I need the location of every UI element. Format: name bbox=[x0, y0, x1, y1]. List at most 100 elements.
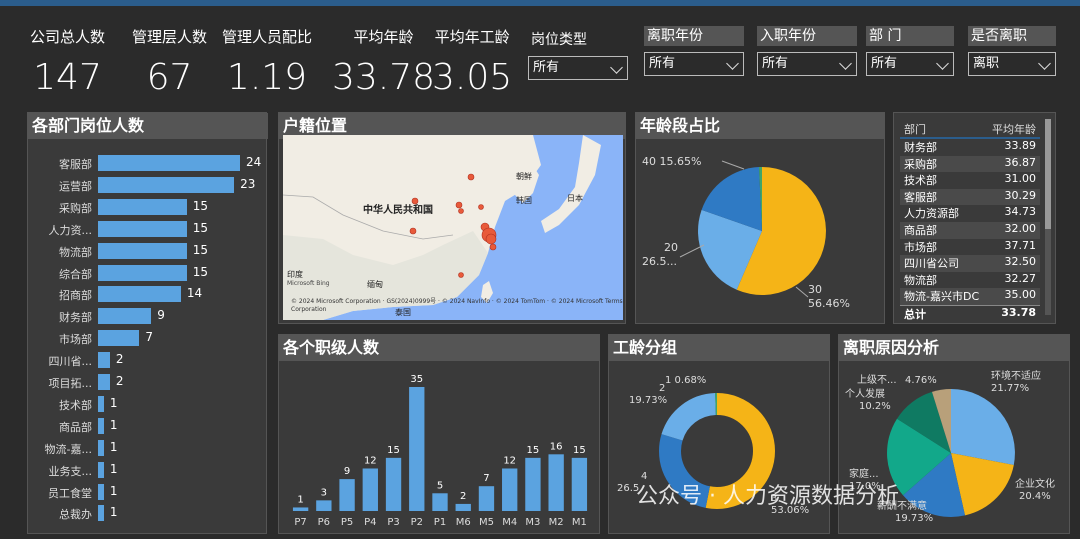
dept-bar[interactable] bbox=[98, 242, 187, 259]
dept-bar-value: 2 bbox=[115, 374, 124, 388]
chevron-down-icon bbox=[839, 57, 852, 70]
dept-bar[interactable] bbox=[98, 264, 187, 281]
map-dot[interactable] bbox=[489, 243, 497, 251]
map-dot[interactable] bbox=[458, 208, 464, 214]
dropdown-value: 所有 bbox=[871, 56, 898, 71]
leader-line bbox=[679, 244, 705, 258]
position-type-dropdown[interactable]: 所有 bbox=[528, 56, 628, 80]
header-dept[interactable]: 部门 bbox=[904, 121, 926, 137]
kpi-label: 公司总人数 bbox=[30, 28, 106, 46]
hire-year-dropdown[interactable]: 所有 bbox=[757, 52, 857, 76]
leader-line bbox=[795, 286, 809, 298]
table-scrollbar[interactable] bbox=[1045, 119, 1051, 315]
dept-bar[interactable] bbox=[98, 220, 187, 237]
dept-bar[interactable] bbox=[98, 308, 152, 325]
department-dropdown[interactable]: 所有 bbox=[866, 52, 954, 76]
dept-bar[interactable] bbox=[98, 330, 140, 347]
kpi-value: 1.19 bbox=[226, 57, 308, 98]
map-dot[interactable] bbox=[467, 173, 475, 181]
map-dot[interactable] bbox=[485, 233, 497, 245]
level-bar[interactable] bbox=[478, 486, 495, 511]
level-bar[interactable] bbox=[525, 457, 541, 511]
dept-bar[interactable] bbox=[98, 155, 240, 171]
level-bar[interactable] bbox=[571, 457, 588, 511]
map-terms-link[interactable]: Terms bbox=[605, 298, 623, 305]
pie-label-superior-pct: 4.76% bbox=[905, 375, 937, 386]
is-departed-dropdown[interactable]: 离职 bbox=[968, 52, 1056, 76]
table-row[interactable]: 客服部 30.29 bbox=[900, 188, 1040, 206]
chevron-down-icon bbox=[610, 61, 623, 74]
level-bar[interactable] bbox=[409, 387, 425, 511]
pie-label-dev-pct: 10.2% bbox=[859, 401, 891, 412]
map-dot[interactable] bbox=[409, 227, 417, 235]
level-bar-chart: 1 P7 3 P6 9 P5 12 P4 15 P3 35 P2 5 P1 2 M6 7 M5 12 M4 15 M3 16… bbox=[292, 374, 588, 528]
level-bar[interactable] bbox=[455, 503, 471, 511]
cell-avg-age: 31.00 bbox=[1004, 172, 1037, 186]
pie-label-20-pct: 26.5... bbox=[642, 255, 677, 268]
header-avg-age[interactable]: 平均年龄 bbox=[992, 121, 1036, 137]
leave-year-dropdown[interactable]: 所有 bbox=[644, 52, 744, 76]
pie-label-pay-pct: 19.73% bbox=[895, 513, 933, 524]
dept-bar[interactable] bbox=[98, 483, 104, 500]
level-tick-label: P6 bbox=[318, 517, 330, 528]
filter-is-departed: 是否离职 离职 bbox=[968, 26, 1056, 76]
dept-bar[interactable] bbox=[98, 198, 187, 215]
map-label-india: 印度 bbox=[287, 270, 303, 279]
level-tick-label: P5 bbox=[341, 517, 353, 528]
table-row[interactable]: 物流部 32.27 bbox=[900, 272, 1040, 289]
dept-bar[interactable] bbox=[98, 374, 110, 390]
table-row[interactable]: 采购部 36.87 bbox=[900, 155, 1040, 173]
origin-map[interactable]: 中华人民共和国 朝鲜 韩国 日本 印度 缅甸 泰国 Microsoft Bing… bbox=[283, 135, 623, 320]
level-bar[interactable] bbox=[432, 493, 448, 511]
kpi-average-tenure: 平均年工龄 3.05 bbox=[432, 26, 512, 98]
filter-leave-year: 离职年份 所有 bbox=[644, 26, 744, 76]
dept-bar[interactable] bbox=[98, 439, 104, 456]
filter-title: 离职年份 bbox=[644, 26, 744, 46]
level-bar[interactable] bbox=[316, 500, 332, 511]
level-tick-label: M5 bbox=[479, 517, 494, 528]
level-bar[interactable] bbox=[362, 468, 378, 511]
dept-bar-label: 四川省... bbox=[48, 355, 93, 369]
table-row[interactable]: 市场部 37.71 bbox=[900, 239, 1040, 256]
dept-bar[interactable] bbox=[98, 461, 104, 478]
table-row[interactable]: 人力资源部 34.73 bbox=[900, 205, 1040, 222]
dept-bar[interactable] bbox=[98, 395, 104, 412]
dept-bar-value: 1 bbox=[109, 417, 118, 432]
dept-bar[interactable] bbox=[98, 417, 104, 434]
dept-bar[interactable] bbox=[98, 176, 235, 193]
map-dot[interactable] bbox=[455, 201, 463, 209]
scrollbar-thumb[interactable] bbox=[1045, 119, 1051, 229]
dept-bar[interactable] bbox=[98, 286, 181, 303]
table-row[interactable]: 技术部 31.00 bbox=[900, 172, 1040, 189]
dept-bar-value: 1 bbox=[109, 505, 118, 520]
dept-bar-value: 23 bbox=[240, 176, 256, 191]
level-bar[interactable] bbox=[502, 468, 518, 511]
cell-dept: 人力资源部 bbox=[904, 207, 959, 221]
table-row[interactable]: 财务部 33.89 bbox=[900, 139, 1040, 156]
map-dot[interactable] bbox=[478, 204, 484, 210]
table-row[interactable]: 物流-嘉兴市DC 35.00 bbox=[900, 288, 1040, 305]
map-dot[interactable] bbox=[458, 272, 464, 278]
dept-bar[interactable] bbox=[98, 505, 104, 522]
cell-dept: 四川省公司 bbox=[904, 257, 959, 271]
table-row[interactable]: 四川省公司 32.50 bbox=[900, 255, 1040, 272]
kpi-value: 33.78 bbox=[332, 57, 436, 98]
kpi-label: 管理人员配比 bbox=[222, 28, 313, 46]
table-row[interactable]: 商品部 32.00 bbox=[900, 221, 1040, 239]
kpi-label: 平均年龄 bbox=[353, 28, 414, 46]
level-tick-label: M2 bbox=[549, 517, 564, 528]
level-bar[interactable] bbox=[292, 507, 309, 511]
age-pie-panel: 年龄段占比 40 15.65% 20 26.5... 30 56.46% bbox=[635, 112, 885, 324]
level-bar[interactable] bbox=[339, 479, 355, 511]
pie-label-culture-pct: 20.4% bbox=[1019, 491, 1051, 502]
level-bar[interactable] bbox=[385, 457, 402, 511]
cell-avg-age: 37.71 bbox=[1004, 238, 1037, 252]
dept-bar[interactable] bbox=[98, 352, 110, 369]
pie-slice-env[interactable] bbox=[951, 389, 1015, 465]
panel-title: 工龄分组 bbox=[609, 335, 829, 361]
dept-bar-value: 24 bbox=[246, 155, 262, 169]
level-bar-value: 12 bbox=[503, 455, 516, 466]
level-bar[interactable] bbox=[548, 454, 564, 511]
level-tick-label: M6 bbox=[456, 517, 471, 528]
dept-bar-label: 员工食堂 bbox=[48, 486, 92, 500]
